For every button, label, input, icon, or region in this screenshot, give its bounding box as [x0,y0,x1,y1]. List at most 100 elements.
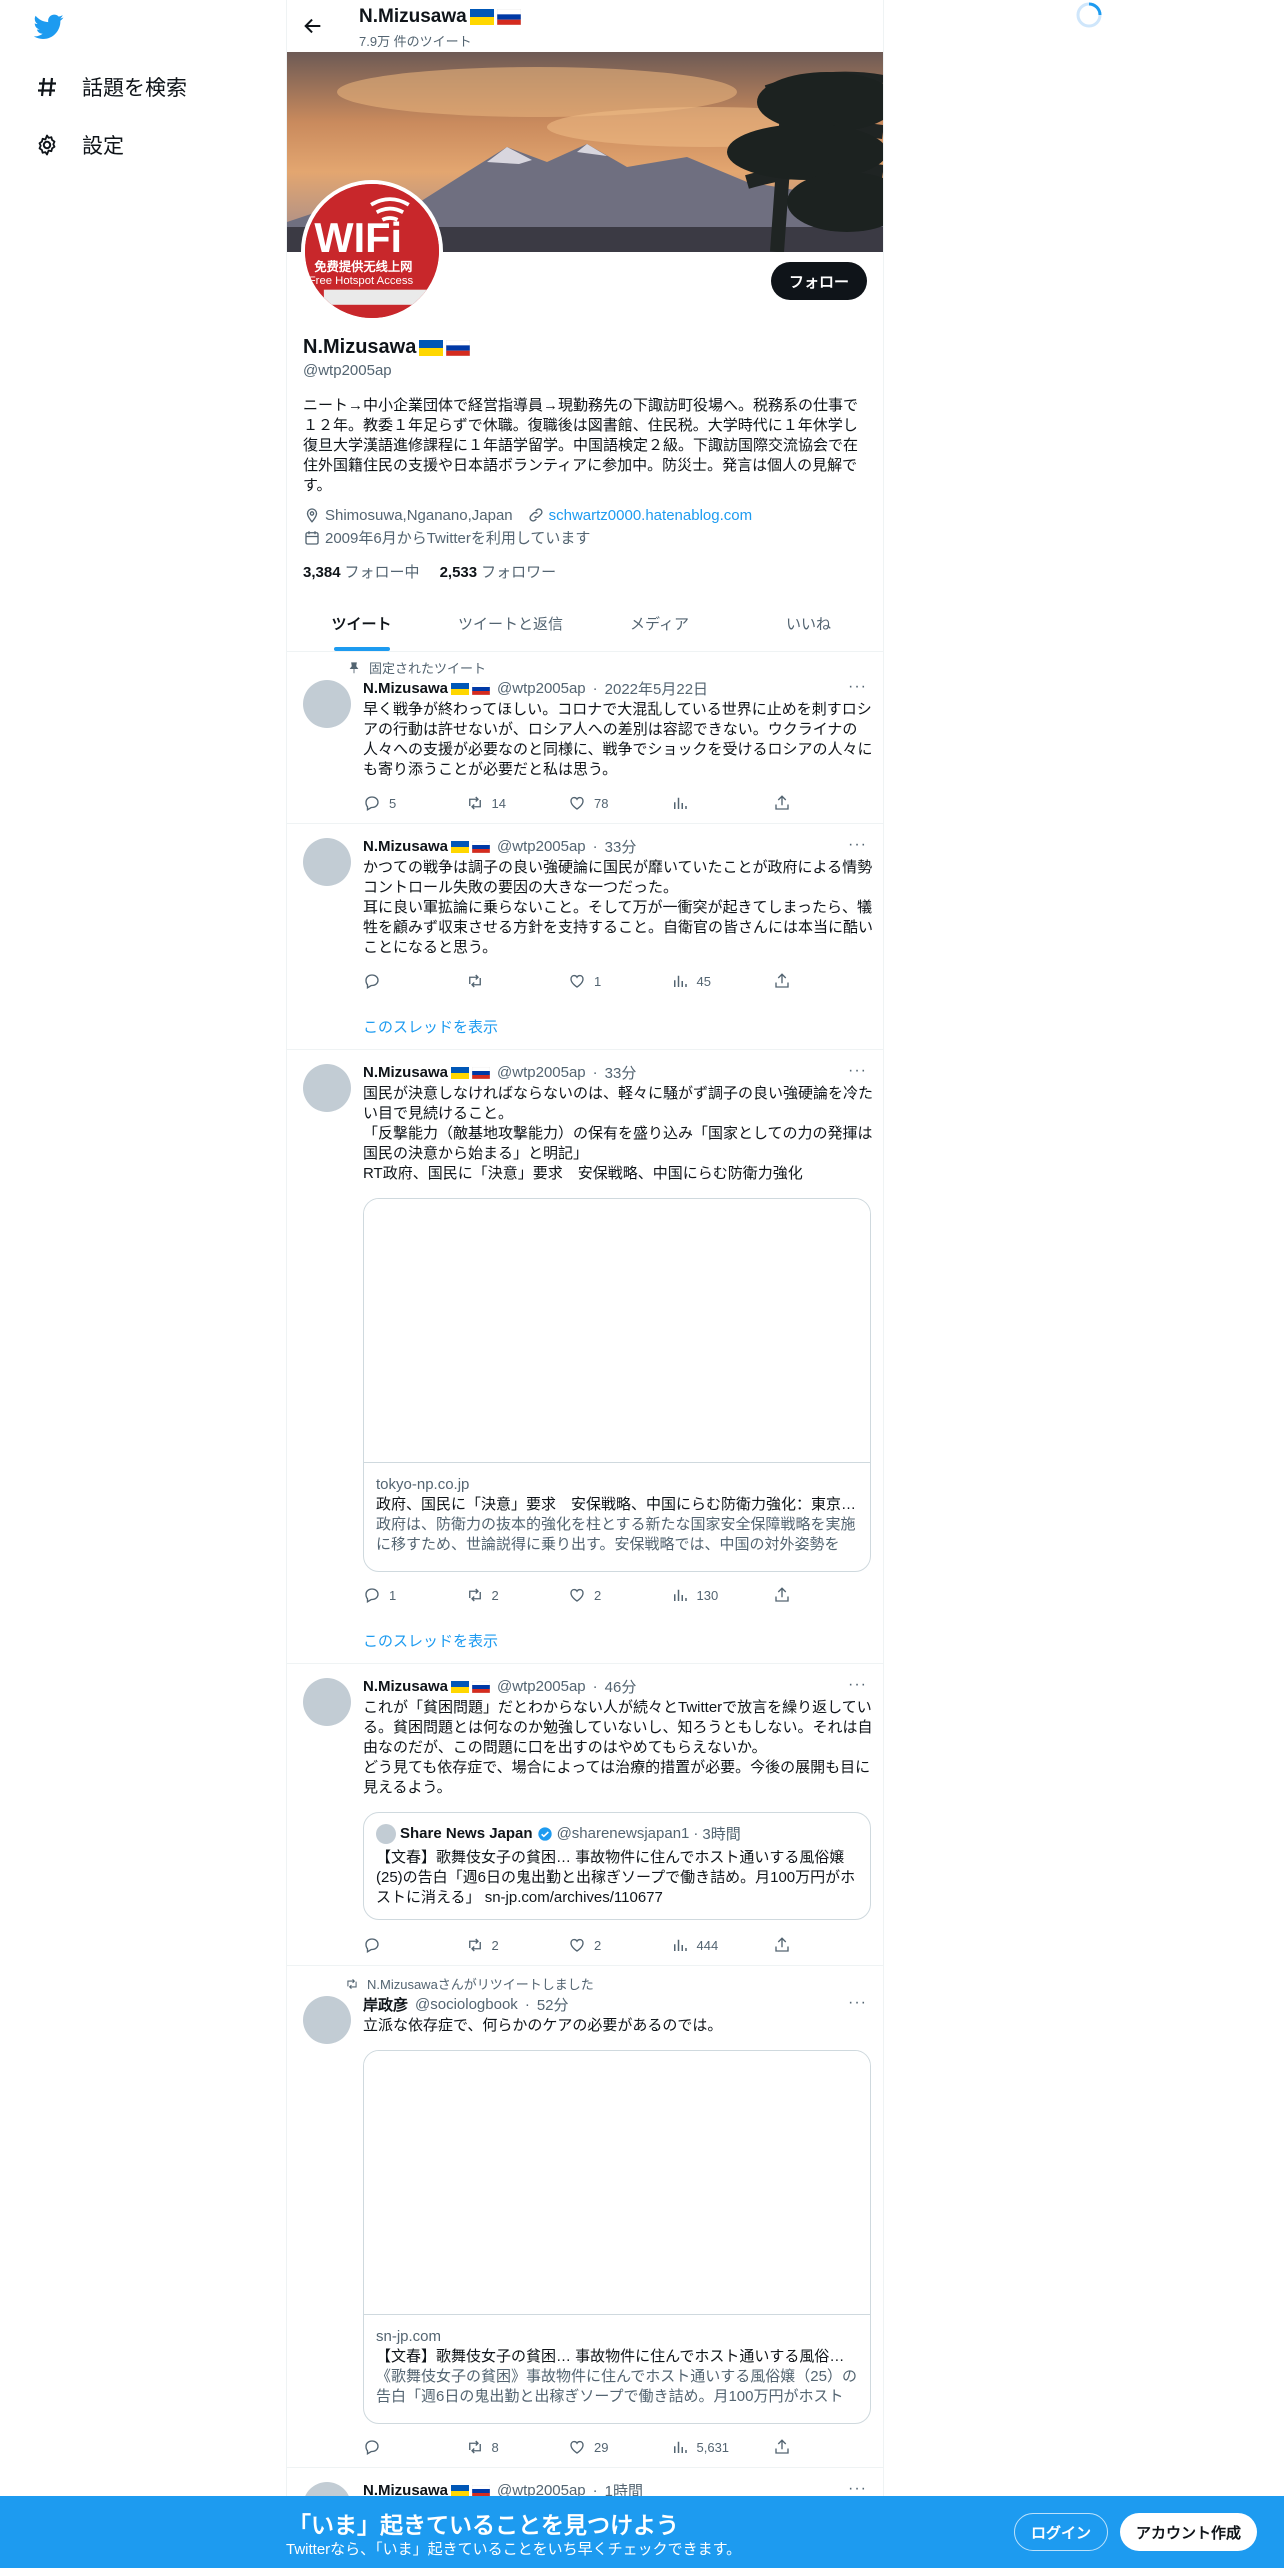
tweet-author-name[interactable]: N.Mizusawa [363,838,448,855]
more-options-icon[interactable]: ··· [848,678,867,696]
back-arrow-icon[interactable] [299,12,327,40]
tab-tweets[interactable]: ツイート [287,596,436,651]
tweet-author-handle[interactable]: @wtp2005ap [497,680,586,697]
tweet-author-name[interactable]: 岸政彦 [363,1994,408,2015]
profile-avatar[interactable]: WIFi 免费提供无线上网 Free Hotspot Access [301,180,443,322]
share-button[interactable] [773,1586,793,1604]
russia-flag-icon [472,2485,490,2497]
tweet-time[interactable]: 52分 [537,1994,569,2015]
tweet-header: N.Mizusawa @wtp2005ap · 33分 [363,836,636,857]
tweet-time[interactable]: 33分 [605,836,637,857]
link-card-title: 政府、国民に「決意」要求 安保戦略、中国にらむ防衛力強化：東京新聞 TOKYO … [376,1496,858,1513]
avatar[interactable] [303,838,351,886]
retweet-count: 8 [491,2439,499,2455]
tweet-author-name[interactable]: N.Mizusawa [363,1064,448,1081]
like-button[interactable]: 1 [568,972,628,990]
reply-button[interactable] [363,972,423,990]
like-button[interactable]: 78 [568,794,628,812]
retweet-button[interactable]: 8 [466,2438,526,2456]
tweet[interactable]: N.Mizusawa @wtp2005ap · 33分 ··· 国民が決意しなけ… [287,1050,883,1664]
views-button[interactable]: 45 [671,972,731,990]
tweet-text: これが「貧困問題」だとわからない人が続々とTwitterで放言を繰り返している。… [363,1699,873,1796]
russia-flag-icon [472,683,490,695]
retweet-button[interactable]: 2 [466,1586,526,1604]
tweet-author-handle[interactable]: @wtp2005ap [497,1064,586,1081]
like-button[interactable]: 2 [568,1936,628,1954]
tweet-text: かつての戦争は調子の良い強硬論に国民が靡いていたことが政府による情勢コントロール… [363,859,874,956]
share-button[interactable] [773,1936,793,1954]
tweet-time[interactable]: 46分 [605,1676,637,1697]
following-link[interactable]: 3,384 フォロー中 [303,561,420,582]
tab-likes[interactable]: いいね [734,596,883,651]
reply-button[interactable] [363,2438,423,2456]
tab-tweets-replies[interactable]: ツイートと返信 [436,596,585,651]
followers-link[interactable]: 2,533 フォロワー [440,561,557,582]
link-card-image [364,2051,870,2315]
reply-button[interactable]: 1 [363,1586,423,1604]
tweet-pinned[interactable]: 固定されたツイート N.Mizusawa @wtp2005ap · 2022年5… [287,652,883,824]
avatar[interactable] [303,1678,351,1726]
profile-url[interactable]: schwartz0000.hatenablog.com [527,506,752,524]
profile-name: N.Mizusawa [303,336,470,359]
tweet-time[interactable]: 33分 [605,1062,637,1083]
more-options-icon[interactable]: ··· [848,836,867,854]
quoted-tweet[interactable]: Share News Japan @sharenewsjapan1 · 3時間 … [363,1812,871,1920]
russia-flag-icon [446,340,470,356]
nav-explore[interactable]: 話題を検索 [34,72,187,102]
retweet-button[interactable]: 14 [466,794,526,812]
link-card[interactable]: tokyo-np.co.jp 政府、国民に「決意」要求 安保戦略、中国にらむ防衛… [363,1198,871,1572]
more-options-icon[interactable]: ··· [848,1994,867,2012]
signup-button[interactable]: アカウント作成 [1120,2513,1258,2551]
profile-url-link[interactable]: schwartz0000.hatenablog.com [549,507,752,524]
tweet-author-handle[interactable]: @wtp2005ap [497,1678,586,1695]
nav-settings[interactable]: 設定 [34,130,124,160]
tweet-time[interactable]: 2022年5月22日 [605,678,708,699]
tweet[interactable]: N.Mizusawa @wtp2005ap · 33分 ··· かつての戦争は調… [287,824,883,1050]
retweet-button[interactable]: 2 [466,1936,526,1954]
tweet-author-handle[interactable]: @sociologbook [415,1996,518,2013]
tweet-dot: · [592,1678,598,1695]
views-button[interactable]: 5,631 [671,2438,731,2456]
like-button[interactable]: 2 [568,1586,628,1604]
retweet-button[interactable] [466,972,526,990]
retweet-count: 14 [491,795,506,811]
show-thread-link[interactable]: このスレッドを表示 [363,1630,498,1651]
tweet-retweeted[interactable]: N.Mizusawaさんがリツイートしました 岸政彦 @sociologbook… [287,1966,883,2468]
views-button[interactable]: 130 [671,1586,731,1604]
tweet[interactable]: N.Mizusawa @wtp2005ap · 46分 ··· これが「貧困問題… [287,1664,883,1966]
avatar[interactable] [303,1064,351,1112]
link-card-body: sn-jp.com 【文春】歌舞伎女子の貧困… 事故物件に住んでホスト通いする風… [364,2315,870,2419]
avatar[interactable] [303,680,351,728]
signup-prompt-bar: 「いま」起きていることを見つけよう Twitterなら、「いま」起きていることを… [0,2496,1284,2568]
tweet-author-name[interactable]: N.Mizusawa [363,1678,448,1695]
ukraine-flag-icon [451,2485,469,2497]
quoted-time: 3時間 [702,1826,741,1843]
like-button[interactable]: 29 [568,2438,628,2456]
following-label: フォロー中 [344,564,420,581]
quoted-tweet-text: 【文春】歌舞伎女子の貧困… 事故物件に住んでホスト通いする風俗嬢(25)の告白「… [376,1849,856,1906]
tweet-author-handle[interactable]: @wtp2005ap [497,838,586,855]
header-tweet-count: 7.9万 件のツイート [359,34,472,49]
login-button[interactable]: ログイン [1014,2513,1109,2551]
twitter-logo-icon[interactable] [33,14,64,40]
reply-button[interactable]: 5 [363,794,423,812]
tweet-text: 立派な依存症で、何らかのケアの必要があるのでは。 [363,2017,723,2034]
like-count: 1 [594,973,602,989]
reply-count: 5 [389,795,397,811]
share-button[interactable] [773,2438,793,2456]
views-button[interactable] [671,794,731,812]
more-options-icon[interactable]: ··· [848,1062,867,1080]
share-button[interactable] [773,794,793,812]
follow-button[interactable]: フォロー [770,262,867,300]
pinned-label: 固定されたツイート [331,658,486,677]
more-options-icon[interactable]: ··· [848,1676,867,1694]
views-button[interactable]: 444 [671,1936,731,1954]
share-icon [773,972,791,990]
tweet-author-name[interactable]: N.Mizusawa [363,680,448,697]
reply-button[interactable] [363,1936,423,1954]
avatar[interactable] [303,1996,351,2044]
share-button[interactable] [773,972,793,990]
link-card[interactable]: sn-jp.com 【文春】歌舞伎女子の貧困… 事故物件に住んでホスト通いする風… [363,2050,871,2424]
tab-media[interactable]: メディア [585,596,734,651]
show-thread-link[interactable]: このスレッドを表示 [363,1016,498,1037]
